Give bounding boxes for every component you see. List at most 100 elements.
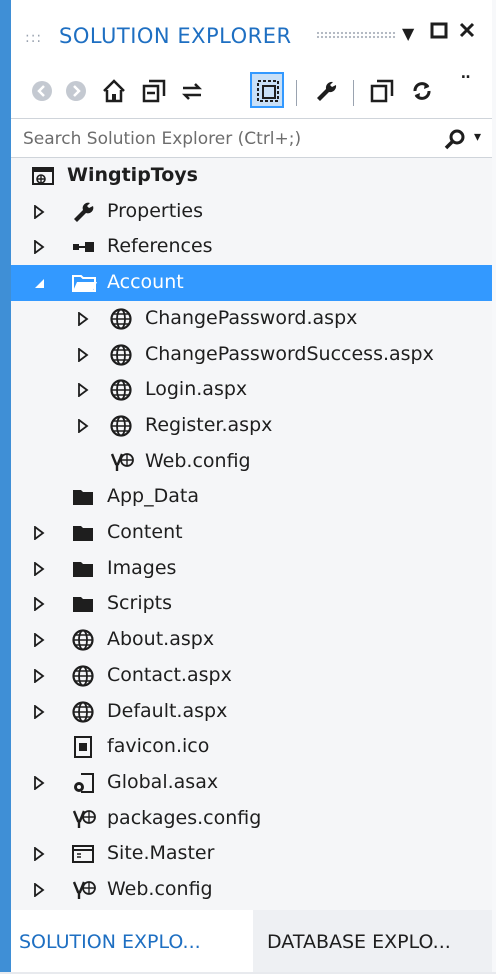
tree-item-default-aspx[interactable]: Default.aspx [11, 694, 492, 730]
forward-icon[interactable] [63, 78, 89, 104]
globe-icon [109, 307, 133, 331]
collapsed-arrow-icon[interactable] [33, 560, 45, 577]
sync-icon[interactable] [179, 78, 205, 104]
tree-item-global-asax[interactable]: Global.asax [11, 765, 492, 801]
collapsed-arrow-icon[interactable] [77, 346, 89, 363]
tree-item-scripts[interactable]: Scripts [11, 586, 492, 622]
grip-icon[interactable]: ::: [25, 30, 42, 46]
folder-icon [71, 592, 95, 616]
copy-icon[interactable] [369, 78, 395, 104]
collapsed-arrow-icon[interactable] [33, 239, 45, 256]
properties-wrench-icon[interactable] [313, 78, 339, 104]
tree-item-label: WingtipToys [67, 164, 198, 186]
tree-item-label: Global.asax [107, 770, 219, 793]
search-box: ▾ [11, 118, 492, 158]
collapsed-arrow-icon[interactable] [77, 418, 89, 434]
collapsed-arrow-icon[interactable] [77, 310, 89, 327]
tree-item-label: Web.config [145, 449, 251, 472]
tree-item-about-aspx[interactable]: About.aspx [11, 622, 492, 658]
folder-icon [71, 521, 95, 545]
master-page-icon [71, 842, 95, 866]
tree-item-label: Images [107, 556, 177, 579]
config-icon [71, 878, 96, 902]
tree-item-changepassword-aspx[interactable]: ChangePassword.aspx [11, 301, 492, 337]
tree-item-label: Properties [107, 199, 204, 222]
toolbar-overflow-icon[interactable]: ‥ [461, 66, 487, 92]
tree-item-contact-aspx[interactable]: Contact.aspx [11, 658, 492, 694]
tree-item-properties[interactable]: Properties [11, 194, 492, 230]
collapsed-arrow-icon[interactable] [33, 667, 45, 684]
collapsed-arrow-icon[interactable] [77, 382, 89, 398]
tree-item-label: packages.config [107, 806, 262, 829]
tree-item-changepasswordsuccess-aspx[interactable]: ChangePasswordSuccess.aspx [11, 337, 492, 373]
tree-item-label: Web.config [107, 878, 213, 900]
tree-item-label: About.aspx [107, 628, 215, 651]
tree-item-label: Register.aspx [145, 413, 273, 436]
tree-item-register-aspx[interactable]: Register.aspx [11, 408, 492, 444]
drag-handle[interactable] [316, 31, 396, 39]
globe-icon [71, 664, 95, 688]
folder-open-icon [71, 271, 97, 295]
tree-item-label: Site.Master [107, 842, 215, 865]
folder-icon [71, 557, 95, 581]
tree-item-label: Account [107, 271, 184, 294]
collapsed-arrow-icon[interactable] [33, 775, 45, 791]
panel-titlebar[interactable]: ::: SOLUTION EXPLORER ▼ [11, 0, 492, 66]
tab-solution-explorer[interactable]: SOLUTION EXPLO... [11, 910, 253, 972]
globe-icon [109, 343, 133, 367]
tree-item-wingtiptoys[interactable]: WingtipToys [11, 158, 492, 194]
tree-item-login-aspx[interactable]: Login.aspx [11, 372, 492, 408]
tree-item-label: Default.aspx [107, 699, 228, 722]
tree-item-app-data[interactable]: App_Data [11, 479, 492, 515]
global-asax-icon [71, 771, 95, 795]
home-icon[interactable] [101, 78, 127, 104]
dropdown-arrow-icon[interactable]: ▼ [402, 24, 414, 43]
search-options-dropdown-icon[interactable]: ▾ [474, 129, 481, 145]
tree-item-favicon-ico[interactable]: favicon.ico [11, 729, 492, 765]
collapsed-arrow-icon[interactable] [33, 632, 45, 648]
window-right-edge [492, 0, 496, 972]
tree-item-site-master[interactable]: Site.Master [11, 836, 492, 872]
collapse-all-icon[interactable] [141, 78, 167, 104]
tree-item-references[interactable]: References [11, 229, 492, 265]
tree-item-images[interactable]: Images [11, 551, 492, 587]
tree-item-packages-config[interactable]: packages.config [11, 801, 492, 837]
tree-item-label: favicon.ico [107, 735, 210, 758]
tree-item-content[interactable]: Content [11, 515, 492, 551]
tree-item-label: Login.aspx [145, 378, 248, 401]
panel-title: SOLUTION EXPLORER [59, 24, 292, 48]
collapsed-arrow-icon[interactable] [33, 203, 45, 220]
back-icon[interactable] [29, 78, 55, 104]
globe-icon [109, 414, 133, 438]
search-icon[interactable] [443, 127, 467, 155]
tree-item-label: Scripts [107, 592, 173, 615]
tree-item-web-config[interactable]: Web.config [11, 872, 492, 908]
tree-item-label: Content [107, 521, 183, 543]
collapsed-arrow-icon[interactable] [33, 596, 45, 613]
tree-item-label: App_Data [107, 485, 199, 508]
folder-icon [71, 485, 95, 509]
refresh-icon[interactable] [409, 78, 435, 104]
show-all-files-toggle[interactable] [250, 72, 284, 108]
tree-item-label: References [107, 235, 213, 258]
collapsed-arrow-icon[interactable] [33, 882, 45, 898]
toolbar-separator [296, 80, 297, 106]
tree-item-account[interactable]: Account [11, 265, 492, 302]
window-left-edge [0, 0, 11, 972]
wrench-icon [71, 200, 95, 224]
tool-window-tabs: SOLUTION EXPLO... DATABASE EXPLO... [11, 910, 492, 972]
toolbar-separator [353, 80, 354, 106]
toolbar: ‥ [11, 66, 492, 118]
tree-item-web-config[interactable]: Web.config [11, 444, 492, 480]
tab-database-explorer[interactable]: DATABASE EXPLO... [259, 910, 459, 972]
tree-item-label: Contact.aspx [107, 663, 232, 686]
search-input[interactable] [21, 123, 405, 155]
close-icon[interactable] [457, 20, 477, 45]
maximize-icon[interactable] [429, 20, 449, 45]
collapsed-arrow-icon[interactable] [33, 703, 45, 720]
globe-icon [109, 378, 133, 402]
collapsed-arrow-icon[interactable] [33, 525, 45, 541]
image-file-icon [71, 735, 95, 759]
collapsed-arrow-icon[interactable] [33, 846, 45, 863]
expanded-arrow-icon[interactable] [33, 275, 45, 289]
